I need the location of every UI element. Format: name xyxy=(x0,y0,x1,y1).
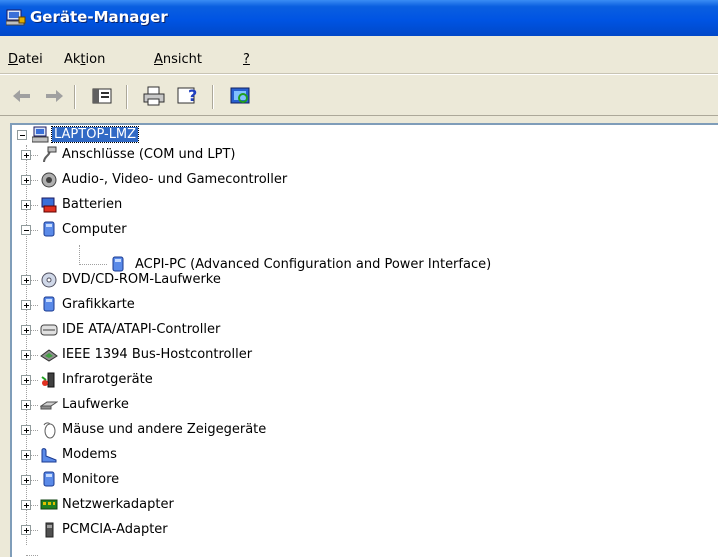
scan-hardware-icon[interactable] xyxy=(228,85,252,107)
tree-node-computer[interactable]: Computer xyxy=(12,220,432,240)
tree-node-dvd[interactable]: DVD/CD-ROM-Laufwerke xyxy=(12,270,432,290)
infrared-icon xyxy=(41,372,55,388)
tree-line xyxy=(26,555,38,556)
mouse-icon xyxy=(43,422,56,439)
pcmcia-icon xyxy=(45,522,54,538)
tree-node-maeuse[interactable]: Mäuse und andere Zeigegeräte xyxy=(12,420,432,440)
toolbar-separator xyxy=(126,85,128,109)
tree-node-ide[interactable]: IDE ATA/ATAPI-Controller xyxy=(12,320,432,340)
tree-node-ieee1394[interactable]: IEEE 1394 Bus-Hostcontroller xyxy=(12,345,432,365)
modem-icon xyxy=(41,448,57,463)
expand-icon[interactable] xyxy=(21,375,31,385)
tree-node-modems[interactable]: Modems xyxy=(12,445,432,465)
expand-icon[interactable] xyxy=(21,300,31,310)
collapse-icon[interactable] xyxy=(21,225,31,235)
ide-controller-icon xyxy=(40,324,58,336)
tree-node-infrarot[interactable]: Infrarotgeräte xyxy=(12,370,432,390)
tree-node-laufwerke[interactable]: Laufwerke xyxy=(12,395,432,415)
tree-node-anschluesse[interactable]: Anschlüsse (COM und LPT) xyxy=(12,145,432,165)
properties-icon[interactable] xyxy=(90,85,114,107)
menu-ansicht[interactable]: Ansicht xyxy=(154,52,202,67)
title-bar[interactable]: Geräte-Manager xyxy=(0,0,718,36)
expand-icon[interactable] xyxy=(21,500,31,510)
help-icon[interactable]: ? xyxy=(176,85,200,107)
window-title: Geräte-Manager xyxy=(30,8,168,26)
expand-icon[interactable] xyxy=(21,325,31,335)
display-adapter-icon xyxy=(43,296,55,312)
expand-icon[interactable] xyxy=(21,525,31,535)
print-icon[interactable] xyxy=(142,85,166,107)
tree-node-pcmcia[interactable]: PCMCIA-Adapter xyxy=(12,520,432,540)
menu-help[interactable]: ? xyxy=(243,52,250,67)
expand-icon[interactable] xyxy=(21,175,31,185)
tree-node-audio[interactable]: Audio-, Video- und Gamecontroller xyxy=(12,170,432,190)
expand-icon[interactable] xyxy=(21,200,31,210)
expand-icon[interactable] xyxy=(21,450,31,460)
back-icon[interactable] xyxy=(10,85,34,107)
toolbar: ? xyxy=(0,74,718,116)
network-adapter-icon xyxy=(40,499,58,510)
svg-text:?: ? xyxy=(188,86,197,105)
device-tree[interactable]: LAPTOP-LMZ Anschlüsse (COM und LPT) Audi… xyxy=(10,123,718,557)
computer-device-icon xyxy=(43,221,55,237)
expand-icon[interactable] xyxy=(21,150,31,160)
toolbar-separator xyxy=(74,85,76,109)
tree-root-node[interactable]: LAPTOP-LMZ xyxy=(12,125,212,145)
menu-aktion[interactable]: Aktion xyxy=(64,52,105,67)
computer-icon xyxy=(32,126,49,143)
disk-drive-icon xyxy=(40,401,58,410)
toolbar-separator xyxy=(212,85,214,109)
tree-node-batterien[interactable]: Batterien xyxy=(12,195,432,215)
expand-icon[interactable] xyxy=(21,275,31,285)
collapse-icon[interactable] xyxy=(17,130,27,140)
expand-icon[interactable] xyxy=(21,400,31,410)
device-manager-icon xyxy=(6,9,26,26)
tree-node-grafikkarte[interactable]: Grafikkarte xyxy=(12,295,432,315)
cdrom-icon xyxy=(41,272,57,288)
expand-icon[interactable] xyxy=(21,425,31,435)
monitor-icon xyxy=(43,471,55,487)
menu-bar: Datei Aktion Ansicht ? xyxy=(0,36,718,74)
ieee1394-icon xyxy=(40,349,58,362)
expand-icon[interactable] xyxy=(21,350,31,360)
menu-datei[interactable]: Datei xyxy=(8,52,43,67)
tree-node-monitore[interactable]: Monitore xyxy=(12,470,432,490)
forward-icon[interactable] xyxy=(42,85,66,107)
expand-icon[interactable] xyxy=(21,475,31,485)
battery-icon xyxy=(41,197,57,213)
port-icon xyxy=(43,146,57,163)
tree-node-netzwerkadapter[interactable]: Netzwerkadapter xyxy=(12,495,432,515)
tree-root-label: LAPTOP-LMZ xyxy=(50,126,140,143)
speaker-icon xyxy=(41,172,57,188)
